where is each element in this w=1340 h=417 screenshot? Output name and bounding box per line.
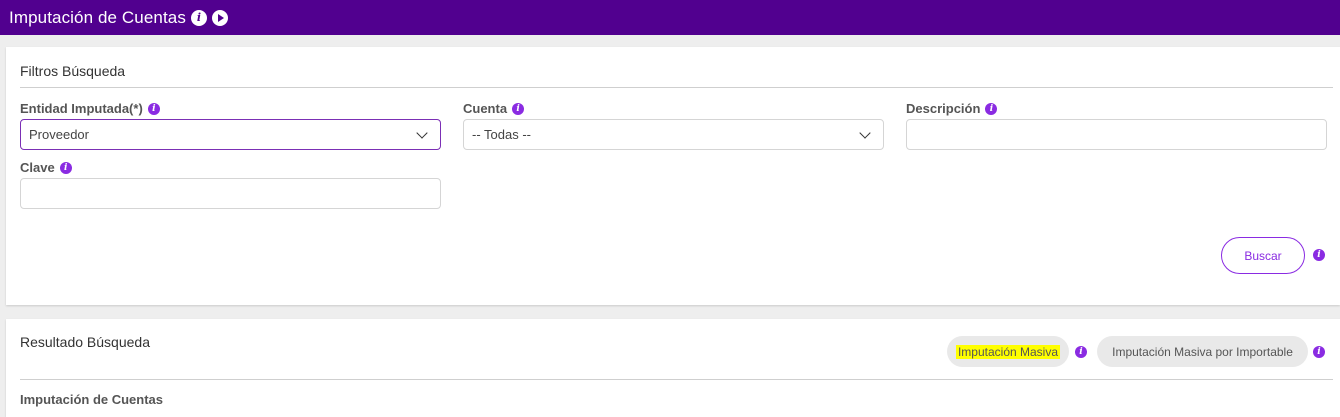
header-bar: Imputación de Cuentas i: [0, 0, 1340, 35]
bulk-imputation-label: Imputación Masiva: [955, 344, 1061, 359]
play-icon[interactable]: [211, 9, 228, 26]
cuenta-select[interactable]: -- Todas --: [463, 119, 884, 150]
clave-label: Clave i: [20, 160, 72, 175]
info-icon[interactable]: i: [59, 161, 72, 174]
bulk-imputation-importable-button[interactable]: Imputación Masiva por Importable: [1097, 336, 1308, 367]
info-icon[interactable]: i: [147, 102, 160, 115]
chevron-down-icon: [416, 127, 428, 139]
entidad-label-text: Entidad Imputada(*): [20, 101, 143, 116]
results-panel: Resultado Búsqueda Imputación Masiva i I…: [6, 319, 1340, 417]
cuenta-label: Cuenta i: [463, 101, 525, 116]
cuenta-select-value: -- Todas --: [472, 127, 531, 142]
info-icon[interactable]: i: [985, 102, 998, 115]
entidad-label: Entidad Imputada(*) i: [20, 101, 160, 116]
info-icon[interactable]: i: [190, 9, 207, 26]
entidad-select-value: Proveedor: [29, 127, 89, 142]
results-section-title: Resultado Búsqueda: [20, 334, 150, 350]
results-subsection-title: Imputación de Cuentas: [20, 392, 164, 407]
clave-label-text: Clave: [20, 160, 55, 175]
info-icon[interactable]: i: [512, 102, 525, 115]
bulk-imputation-button[interactable]: Imputación Masiva: [947, 336, 1069, 367]
chevron-down-icon: [859, 127, 871, 139]
filters-panel: Filtros Búsqueda Entidad Imputada(*) i P…: [6, 47, 1340, 305]
info-icon[interactable]: i: [1313, 346, 1325, 358]
cuenta-label-text: Cuenta: [463, 101, 508, 116]
clave-input[interactable]: [20, 178, 441, 209]
descripcion-label: Descripción i: [906, 101, 998, 116]
info-icon[interactable]: i: [1075, 346, 1087, 358]
descripcion-input[interactable]: [906, 119, 1327, 150]
info-icon[interactable]: i: [1313, 249, 1325, 261]
search-button[interactable]: Buscar: [1221, 237, 1305, 274]
entidad-select[interactable]: Proveedor: [20, 119, 441, 150]
descripcion-label-text: Descripción: [906, 101, 981, 116]
filters-divider: [20, 87, 1333, 88]
filters-section-title: Filtros Búsqueda: [20, 63, 126, 79]
results-divider: [20, 379, 1333, 380]
page-title: Imputación de Cuentas: [9, 7, 186, 27]
